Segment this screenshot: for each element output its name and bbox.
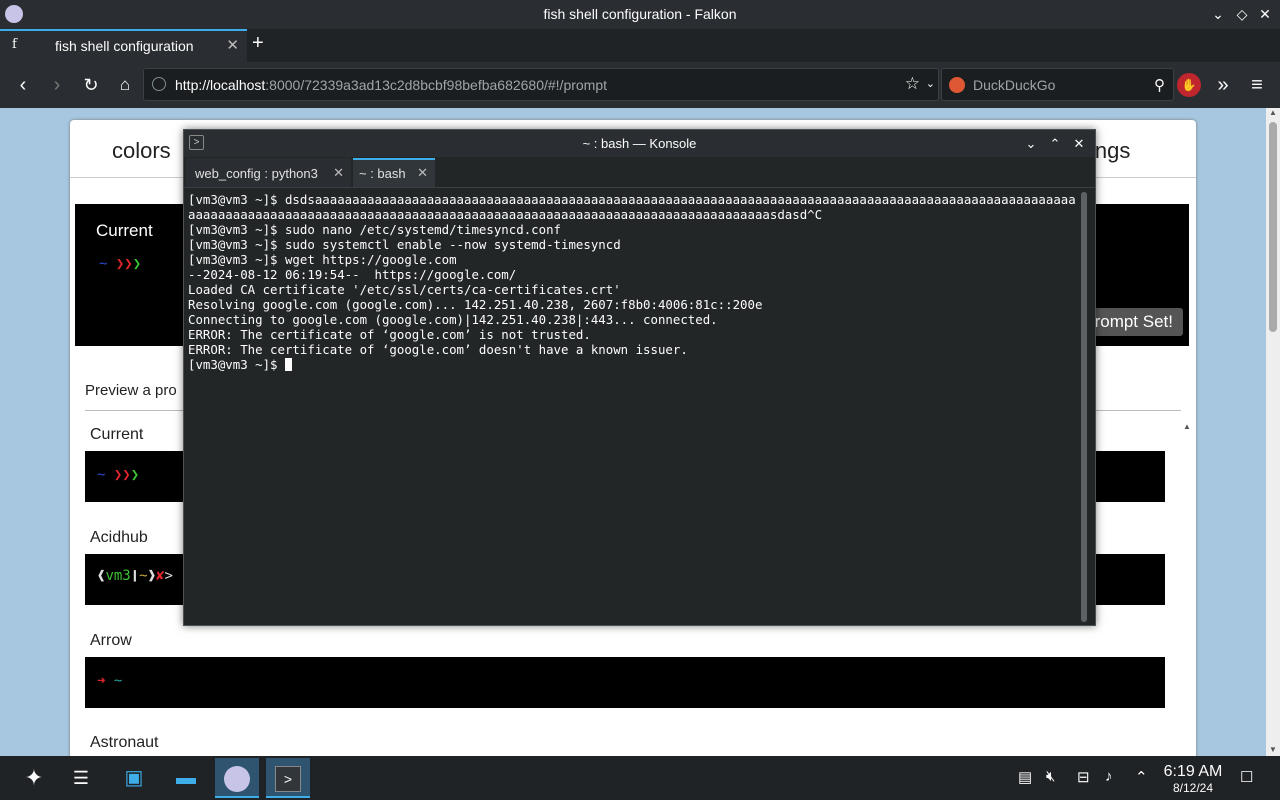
konsole-taskbar-button[interactable]: > bbox=[266, 758, 310, 798]
terminal-line: [vm3@vm3 ~]$ sudo systemctl enable --now… bbox=[188, 237, 621, 252]
prompt-sample: ❰vm3❙~❱✘> bbox=[97, 568, 173, 584]
prompt-sample: ➜ ~ bbox=[97, 673, 123, 689]
current-label: Current bbox=[96, 221, 153, 240]
terminal-line: Resolving google.com (google.com)... 142… bbox=[188, 297, 763, 312]
clock-date: 8/12/24 bbox=[1172, 781, 1214, 795]
maximize-icon[interactable]: ◇ bbox=[1232, 4, 1252, 24]
forward-icon[interactable]: › bbox=[44, 72, 70, 98]
taskbar: ✦ ☰ ▣ ▬ > ▤ 🔇︎ ⊟ ♪ ⌃ 6:19 AM 8/12/24 ☐ bbox=[0, 756, 1280, 800]
clipboard-icon[interactable]: ▤ bbox=[1018, 768, 1032, 786]
duckduckgo-icon bbox=[949, 77, 965, 93]
page-scrollbar-thumb[interactable] bbox=[1269, 122, 1277, 332]
konsole-tab-label: ~ : bash bbox=[359, 166, 406, 181]
inner-scroll-up-icon[interactable]: ▲ bbox=[1183, 422, 1191, 431]
browser-tabbar: f fish shell configuration ✕ + bbox=[0, 29, 1280, 62]
konsole-tab-close-icon[interactable]: ✕ bbox=[417, 165, 428, 181]
terminal-line: [vm3@vm3 ~]$ dsdsaaaaaaaaaaaaaaaaaaaaaaa… bbox=[188, 192, 1076, 222]
audio-muted-icon[interactable]: 🔇︎ bbox=[1046, 768, 1055, 785]
volume-icon[interactable]: ♪ bbox=[1105, 768, 1113, 785]
adblock-icon[interactable]: ✋ bbox=[1177, 73, 1201, 97]
more-tools-icon[interactable]: » bbox=[1210, 72, 1236, 98]
clock-time: 6:19 AM bbox=[1163, 763, 1223, 780]
falkon-taskbar-button[interactable] bbox=[215, 758, 259, 798]
falkon-taskbar-icon bbox=[224, 765, 250, 792]
network-icon[interactable]: ⊟ bbox=[1077, 768, 1090, 786]
close-icon[interactable]: ✕ bbox=[1255, 4, 1275, 24]
page-scrollbar[interactable]: ▲ ▼ bbox=[1266, 108, 1280, 756]
konsole-maximize-icon[interactable]: ⌃ bbox=[1046, 135, 1064, 153]
browser-navbar: ‹ › ↻ ⌂ http://localhost:8000/72339a3ad1… bbox=[0, 62, 1280, 108]
scroll-down-icon[interactable]: ▼ bbox=[1269, 745, 1277, 754]
new-tab-icon[interactable]: + bbox=[252, 32, 264, 55]
terminal-line: ERROR: The certificate of ‘google.com’ i… bbox=[188, 327, 591, 342]
url-dropdown-icon[interactable]: ⌄ bbox=[926, 77, 935, 90]
prompt-preview-arrow[interactable]: ➜ ~ bbox=[85, 657, 1165, 708]
scroll-up-icon[interactable]: ▲ bbox=[1269, 108, 1277, 117]
prompt-name: Acidhub bbox=[90, 529, 148, 546]
site-info-icon[interactable] bbox=[152, 77, 166, 91]
konsole-titlebar: > ~ : bash — Konsole ⌄ ⌃ ✕ bbox=[184, 130, 1095, 157]
system-settings-icon[interactable]: ☰ bbox=[59, 758, 103, 798]
tab-close-icon[interactable]: ✕ bbox=[226, 36, 239, 54]
file-manager-icon[interactable]: ▬ bbox=[164, 758, 208, 798]
tab-web-config[interactable]: web_config : python3 ✕ bbox=[186, 158, 351, 187]
tab-bash[interactable]: ~ : bash ✕ bbox=[353, 158, 435, 187]
terminal-prompt: [vm3@vm3 ~]$ bbox=[188, 357, 285, 372]
terminal-line: [vm3@vm3 ~]$ sudo nano /etc/systemd/time… bbox=[188, 222, 561, 237]
preview-label: Preview a pro bbox=[85, 382, 177, 399]
terminal-line: [vm3@vm3 ~]$ wget https://google.com bbox=[188, 252, 457, 267]
bookmark-star-icon[interactable]: ☆ bbox=[905, 74, 920, 94]
browser-tab[interactable]: f fish shell configuration ✕ bbox=[0, 29, 247, 62]
terminal-cursor bbox=[284, 358, 292, 371]
app-launcher-icon[interactable]: ✦ bbox=[12, 758, 56, 798]
prompt-sample: ~ ❯❯❯ bbox=[97, 467, 140, 483]
terminal-line: --2024-08-12 06:19:54-- https://google.c… bbox=[188, 267, 517, 282]
terminal-scrollbar-thumb[interactable] bbox=[1081, 192, 1087, 622]
prompt-set-button[interactable]: rompt Set! bbox=[1084, 308, 1183, 336]
prompt-name: Current bbox=[90, 426, 144, 443]
discover-icon[interactable]: ▣ bbox=[112, 758, 156, 798]
menu-icon[interactable]: ≡ bbox=[1244, 72, 1270, 98]
konsole-tab-close-icon[interactable]: ✕ bbox=[333, 165, 344, 181]
konsole-title: ~ : bash — Konsole bbox=[582, 136, 697, 151]
tab-colors[interactable]: colors bbox=[112, 138, 171, 164]
url-text[interactable]: http://localhost:8000/72339a3ad13c2d8bcb… bbox=[175, 77, 607, 93]
minimize-icon[interactable]: ⌄ bbox=[1208, 4, 1228, 24]
terminal-output[interactable]: [vm3@vm3 ~]$ dsdsaaaaaaaaaaaaaaaaaaaaaaa… bbox=[188, 192, 1078, 622]
terminal-line: ERROR: The certificate of ‘google.com’ d… bbox=[188, 342, 688, 357]
reload-icon[interactable]: ↻ bbox=[78, 72, 104, 98]
search-bar[interactable]: DuckDuckGo ⚲ bbox=[941, 68, 1174, 101]
konsole-tab-label: web_config : python3 bbox=[195, 166, 318, 181]
window-title: fish shell configuration - Falkon bbox=[543, 6, 737, 22]
prompt-name: Astronaut bbox=[90, 734, 159, 751]
terminal-line: Connecting to google.com (google.com)|14… bbox=[188, 312, 718, 327]
show-desktop-icon[interactable]: ☐ bbox=[1240, 768, 1253, 786]
search-icon[interactable]: ⚲ bbox=[1154, 76, 1165, 94]
konsole-minimize-icon[interactable]: ⌄ bbox=[1022, 135, 1040, 153]
url-bar[interactable]: http://localhost:8000/72339a3ad13c2d8bcb… bbox=[143, 68, 939, 101]
search-engine-placeholder: DuckDuckGo bbox=[973, 77, 1056, 93]
terminal-prompt-line: [vm3@vm3 ~]$ bbox=[188, 357, 1078, 372]
tray-expand-icon[interactable]: ⌃ bbox=[1135, 768, 1148, 786]
clock[interactable]: 6:19 AM 8/12/24 bbox=[1160, 763, 1226, 795]
back-icon[interactable]: ‹ bbox=[10, 72, 36, 98]
terminal-scrollbar[interactable] bbox=[1081, 192, 1087, 622]
favicon-icon: f bbox=[12, 37, 17, 52]
tab-bindings[interactable]: ings bbox=[1090, 138, 1130, 164]
konsole-tabbar: web_config : python3 ✕ ~ : bash ✕ bbox=[184, 157, 1095, 188]
konsole-close-icon[interactable]: ✕ bbox=[1070, 135, 1088, 153]
current-prompt-sample: ~ ❯❯❯ bbox=[99, 256, 142, 272]
prompt-name: Arrow bbox=[90, 632, 132, 649]
browser-titlebar: fish shell configuration - Falkon ⌄ ◇ ✕ bbox=[0, 0, 1280, 29]
browser-tab-label: fish shell configuration bbox=[55, 38, 194, 54]
home-icon[interactable]: ⌂ bbox=[112, 72, 138, 98]
konsole-taskbar-icon: > bbox=[275, 765, 301, 792]
terminal-line: Loaded CA certificate '/etc/ssl/certs/ca… bbox=[188, 282, 621, 297]
konsole-window: > ~ : bash — Konsole ⌄ ⌃ ✕ web_config : … bbox=[183, 129, 1096, 626]
